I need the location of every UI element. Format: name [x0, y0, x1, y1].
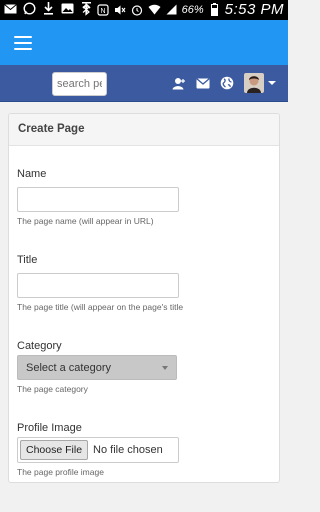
profile-image-help-text: The page profile image	[17, 467, 104, 477]
create-page-form: Name The page name (will appear in URL) …	[9, 168, 279, 477]
battery-icon	[208, 3, 221, 16]
mail-notification-icon	[4, 2, 17, 15]
search-input[interactable]	[52, 72, 107, 96]
category-label: Category	[17, 340, 62, 352]
site-navbar	[0, 65, 288, 102]
file-status: No file chosen	[93, 444, 163, 456]
signal-icon	[165, 3, 178, 16]
svg-text:N: N	[101, 8, 106, 15]
gallery-icon	[61, 2, 74, 15]
clock: 5:53 PM	[224, 1, 284, 18]
wifi-icon	[148, 3, 161, 16]
title-help-text: The page title (will appear on the page'…	[17, 302, 184, 312]
status-bar: N 66% 5:53 PM	[0, 0, 288, 20]
category-group: Category Select a category The page cate…	[17, 340, 271, 394]
mail-icon[interactable]	[196, 76, 210, 90]
page-background	[0, 483, 288, 512]
app-bar	[0, 20, 288, 65]
hamburger-menu-icon[interactable]	[14, 36, 32, 51]
avatar[interactable]	[244, 73, 264, 93]
category-help-text: The page category	[17, 384, 88, 394]
profile-image-group: Profile Image Choose File No file chosen…	[17, 422, 271, 477]
mute-icon	[114, 3, 127, 16]
profile-image-label: Profile Image	[17, 422, 82, 434]
title-field[interactable]	[17, 273, 179, 298]
chevron-down-icon	[162, 366, 168, 370]
name-label: Name	[17, 168, 47, 180]
category-select[interactable]: Select a category	[17, 355, 177, 380]
category-selected-value: Select a category	[26, 362, 111, 374]
nfc-icon: N	[97, 3, 110, 16]
alarm-icon	[131, 3, 144, 16]
name-field[interactable]	[17, 187, 179, 212]
system-indicators: N 66% 5:53 PM	[80, 1, 284, 18]
title-label: Title	[17, 254, 38, 266]
name-help-text: The page name (will appear in URL)	[17, 216, 154, 226]
download-icon	[42, 2, 55, 15]
battery-percent: 66%	[181, 3, 204, 16]
panel-title: Create Page	[9, 114, 279, 146]
bluetooth-icon	[80, 3, 93, 16]
nav-icons	[172, 73, 276, 93]
create-page-panel: Create Page Name The page name (will app…	[8, 113, 280, 483]
user-add-icon[interactable]	[172, 76, 186, 90]
choose-file-button[interactable]: Choose File	[20, 440, 89, 460]
name-group: Name The page name (will appear in URL)	[17, 168, 271, 226]
globe-icon[interactable]	[220, 76, 234, 90]
whatsapp-icon	[23, 2, 36, 15]
chevron-down-icon[interactable]	[268, 81, 276, 85]
profile-image-file-input[interactable]: Choose File No file chosen	[17, 437, 179, 463]
title-group: Title The page title (will appear on the…	[17, 254, 271, 312]
